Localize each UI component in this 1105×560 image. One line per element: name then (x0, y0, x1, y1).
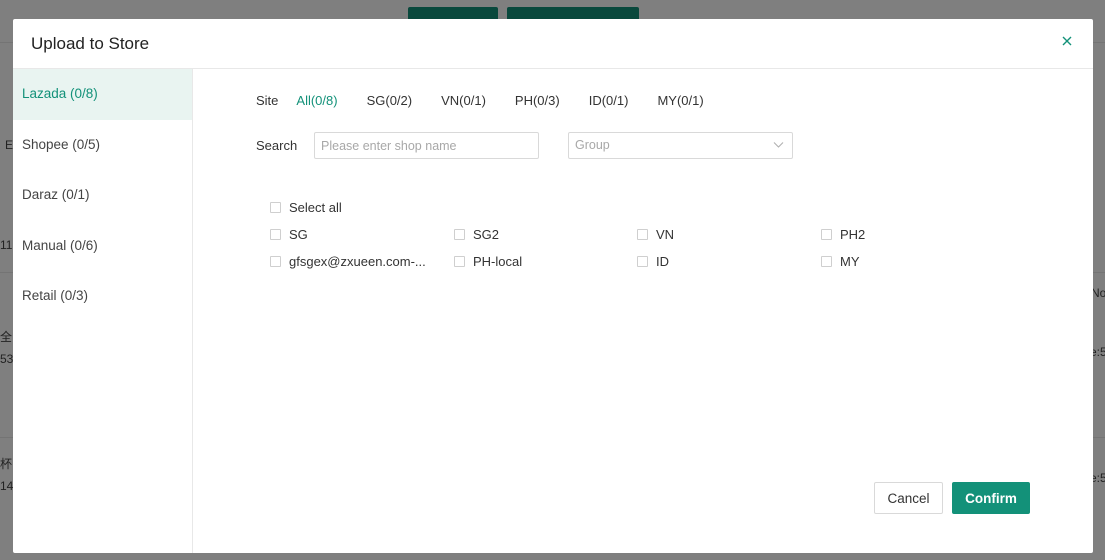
checkbox-box[interactable] (637, 256, 648, 267)
group-select[interactable]: Group (568, 132, 793, 159)
checkbox-box[interactable] (821, 229, 832, 240)
shop-checkbox-ph-local[interactable]: PH-local (454, 254, 522, 269)
site-filter: Site All(0/8) SG(0/2) VN(0/1) PH(0/3) ID… (256, 93, 733, 108)
checkbox-box[interactable] (637, 229, 648, 240)
site-tab-sg[interactable]: SG(0/2) (367, 93, 413, 108)
sidebar-item-manual[interactable]: Manual (0/6) (13, 221, 192, 272)
checkbox-box[interactable] (454, 229, 465, 240)
shop-checkbox-id[interactable]: ID (637, 254, 669, 269)
shop-checkbox-vn[interactable]: VN (637, 227, 674, 242)
platform-sidebar: Lazada (0/8) Shopee (0/5) Daraz (0/1) Ma… (13, 69, 193, 553)
site-tab-all[interactable]: All(0/8) (296, 93, 337, 108)
checkbox-label: gfsgex@zxueen.com-... (289, 254, 426, 269)
shop-checkbox-ph2[interactable]: PH2 (821, 227, 865, 242)
shop-search-input[interactable] (314, 132, 539, 159)
checkbox-label: PH-local (473, 254, 523, 269)
site-label: Site (256, 93, 279, 108)
search-row: Search Group (256, 132, 801, 159)
sidebar-item-lazada[interactable]: Lazada (0/8) (13, 69, 192, 120)
sidebar-item-daraz[interactable]: Daraz (0/1) (13, 170, 192, 221)
dialog-header: Upload to Store (13, 19, 1093, 69)
checkbox-label: Select all (289, 200, 342, 215)
site-tab-ph[interactable]: PH(0/3) (515, 93, 560, 108)
shop-checkbox-sg[interactable]: SG (270, 227, 308, 242)
checkbox-label: MY (840, 254, 860, 269)
sidebar-item-retail[interactable]: Retail (0/3) (13, 271, 192, 322)
search-label: Search (256, 138, 298, 153)
upload-to-store-dialog: Upload to Store Lazada (0/8) Shopee (0/5… (13, 19, 1093, 553)
checkbox-label: SG2 (473, 227, 500, 242)
group-placeholder: Group (575, 138, 610, 152)
checkbox-label: SG (289, 227, 308, 242)
dialog-title: Upload to Store (31, 34, 150, 53)
shop-checkbox-sg2[interactable]: SG2 (454, 227, 499, 242)
close-icon[interactable] (1059, 33, 1075, 49)
shop-checkbox-gfsgex[interactable]: gfsgex@zxueen.com-... (270, 254, 426, 269)
sidebar-item-shopee[interactable]: Shopee (0/5) (13, 120, 192, 171)
checkbox-label: VN (656, 227, 675, 242)
cancel-button[interactable]: Cancel (874, 482, 943, 514)
shop-checkbox-my[interactable]: MY (821, 254, 860, 269)
checkbox-box[interactable] (270, 229, 281, 240)
checkbox-label: PH2 (840, 227, 866, 242)
site-tab-my[interactable]: MY(0/1) (657, 93, 703, 108)
select-all-checkbox[interactable]: Select all (270, 200, 342, 215)
checkbox-box[interactable] (270, 202, 281, 213)
checkbox-box[interactable] (821, 256, 832, 267)
checkbox-label: ID (656, 254, 669, 269)
site-tab-vn[interactable]: VN(0/1) (441, 93, 486, 108)
checkbox-box[interactable] (270, 256, 281, 267)
dialog-content: Site All(0/8) SG(0/2) VN(0/1) PH(0/3) ID… (193, 69, 1093, 553)
site-tab-id[interactable]: ID(0/1) (589, 93, 629, 108)
confirm-button[interactable]: Confirm (952, 482, 1030, 514)
chevron-down-icon (773, 142, 784, 148)
checkbox-box[interactable] (454, 256, 465, 267)
